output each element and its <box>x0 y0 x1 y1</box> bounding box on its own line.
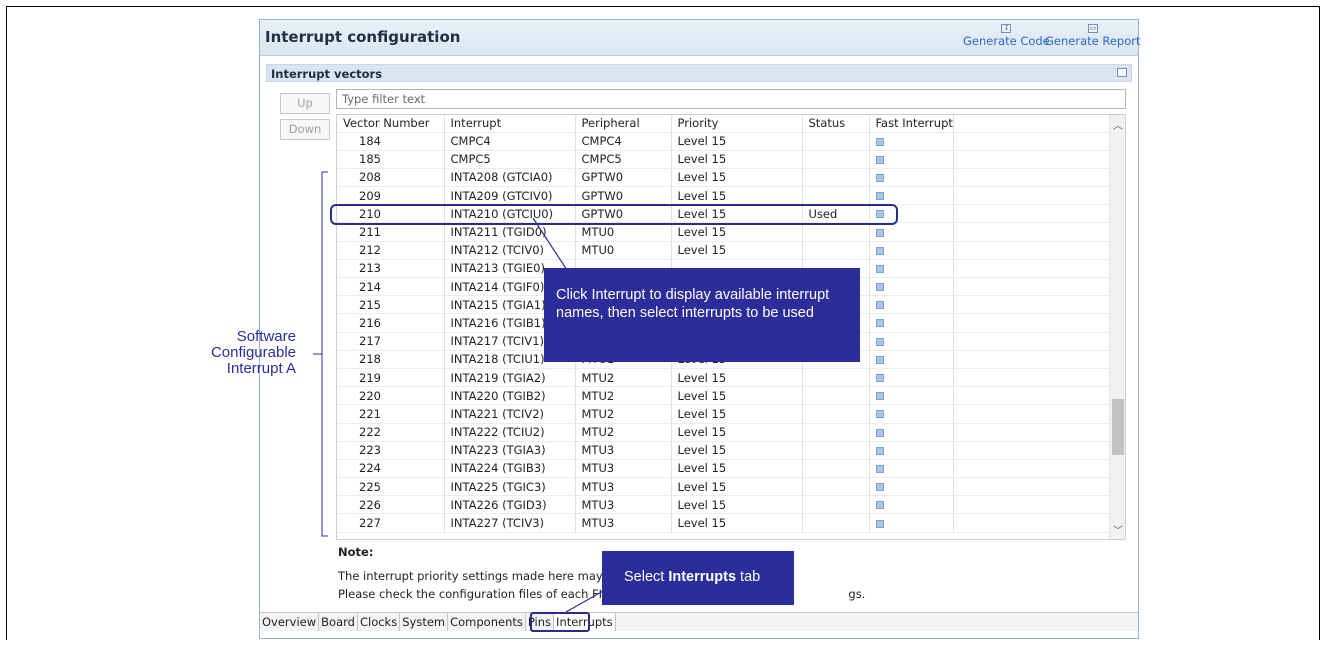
side-label-line-2: Configurable <box>210 344 296 361</box>
callout-select-tab: Select Interrupts tab <box>602 551 794 605</box>
callout-tab-suffix: tab <box>736 569 761 585</box>
range-bracket <box>321 171 328 537</box>
callout-tab-prefix: Select <box>624 569 669 585</box>
callout-select-interrupt: Click Interrupt to display available int… <box>544 268 860 362</box>
software-configurable-label: Software Configurable Interrupt A <box>211 329 296 377</box>
side-label-line-1: Software <box>236 328 296 345</box>
callout-tab-bold: Interrupts <box>668 569 737 585</box>
side-label-line-3: Interrupt A <box>226 360 296 377</box>
